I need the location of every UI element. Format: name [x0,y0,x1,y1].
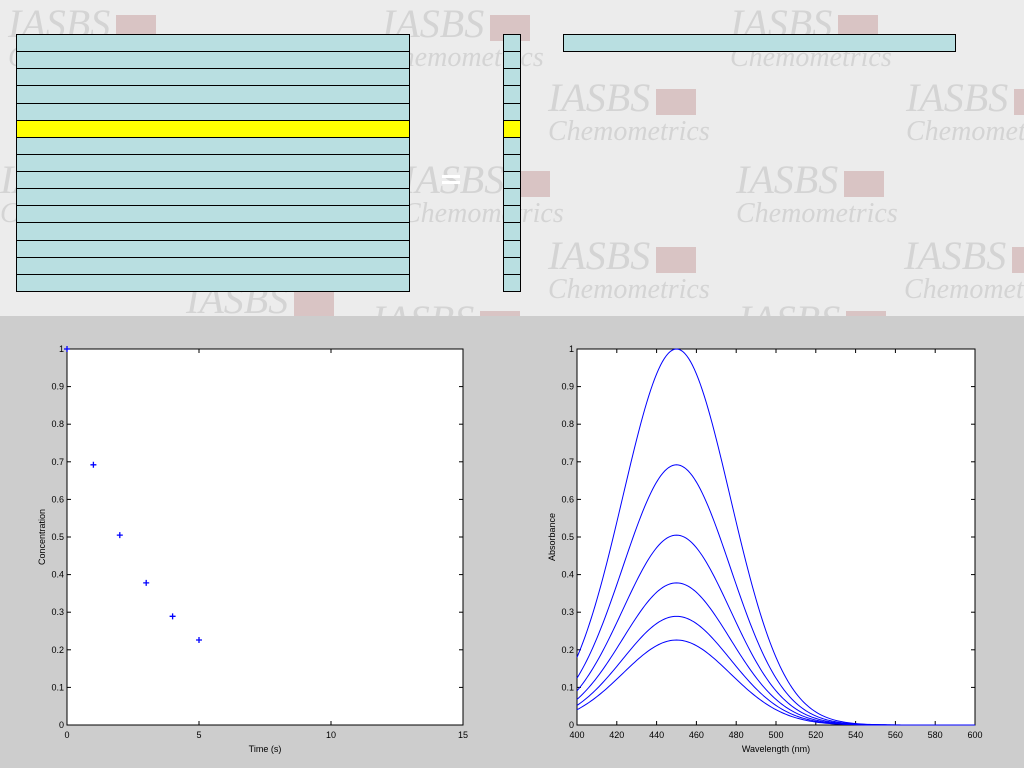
spec-y-tick-label: 0.2 [561,645,574,655]
spec-y-tick-label: 0.6 [561,494,574,504]
spec-x-tick-label: 440 [649,730,664,740]
spec-y-tick-label: 0.5 [561,532,574,542]
conc-x-tick-label: 10 [326,730,336,740]
spec-x-tick-label: 420 [609,730,624,740]
conc-x-tick-label: 5 [196,730,201,740]
spec-y-axis-label: Absorbance [547,513,557,561]
conc-y-tick-label: 0 [59,720,64,730]
conc-y-tick-label: 1 [59,344,64,354]
spec-x-tick-label: 520 [808,730,823,740]
conc-y-tick-label: 0.5 [51,532,64,542]
spec-plot-area [576,348,976,726]
conc-y-tick-label: 0.1 [51,682,64,692]
spec-x-tick-label: 540 [848,730,863,740]
conc-y-tick-label: 0.3 [51,607,64,617]
conc-y-tick-label: 0.8 [51,419,64,429]
spec-x-tick-label: 480 [729,730,744,740]
spec-y-tick-label: 0.7 [561,457,574,467]
conc-y-tick-label: 0.6 [51,494,64,504]
spec-x-tick-label: 460 [689,730,704,740]
spec-x-tick-label: 600 [967,730,982,740]
conc-x-tick-label: 0 [64,730,69,740]
conc-y-tick-label: 0.7 [51,457,64,467]
spec-y-tick-label: 0.1 [561,682,574,692]
conc-x-axis-label: Time (s) [249,744,282,754]
conc-y-tick-label: 0.4 [51,570,64,580]
spec-y-tick-label: 0.4 [561,570,574,580]
conc-x-tick-label: 15 [458,730,468,740]
conc-y-axis-label: Concentration [37,509,47,565]
spec-x-tick-label: 500 [768,730,783,740]
spec-y-tick-label: 0.9 [561,382,574,392]
spec-x-axis-label: Wavelength (nm) [742,744,810,754]
spec-y-tick-label: 0 [569,720,574,730]
conc-plot-area [66,348,464,726]
spec-y-tick-label: 1 [569,344,574,354]
spec-x-tick-label: 560 [888,730,903,740]
spec-x-tick-label: 400 [569,730,584,740]
conc-y-tick-label: 0.9 [51,382,64,392]
spec-x-tick-label: 580 [928,730,943,740]
spec-y-tick-label: 0.3 [561,607,574,617]
conc-y-tick-label: 0.2 [51,645,64,655]
concentration-chart: 0 5 10 1500.10.20.30.40.50.60.70.80.91Time … [37,344,983,754]
spec-y-tick-label: 0.8 [561,419,574,429]
